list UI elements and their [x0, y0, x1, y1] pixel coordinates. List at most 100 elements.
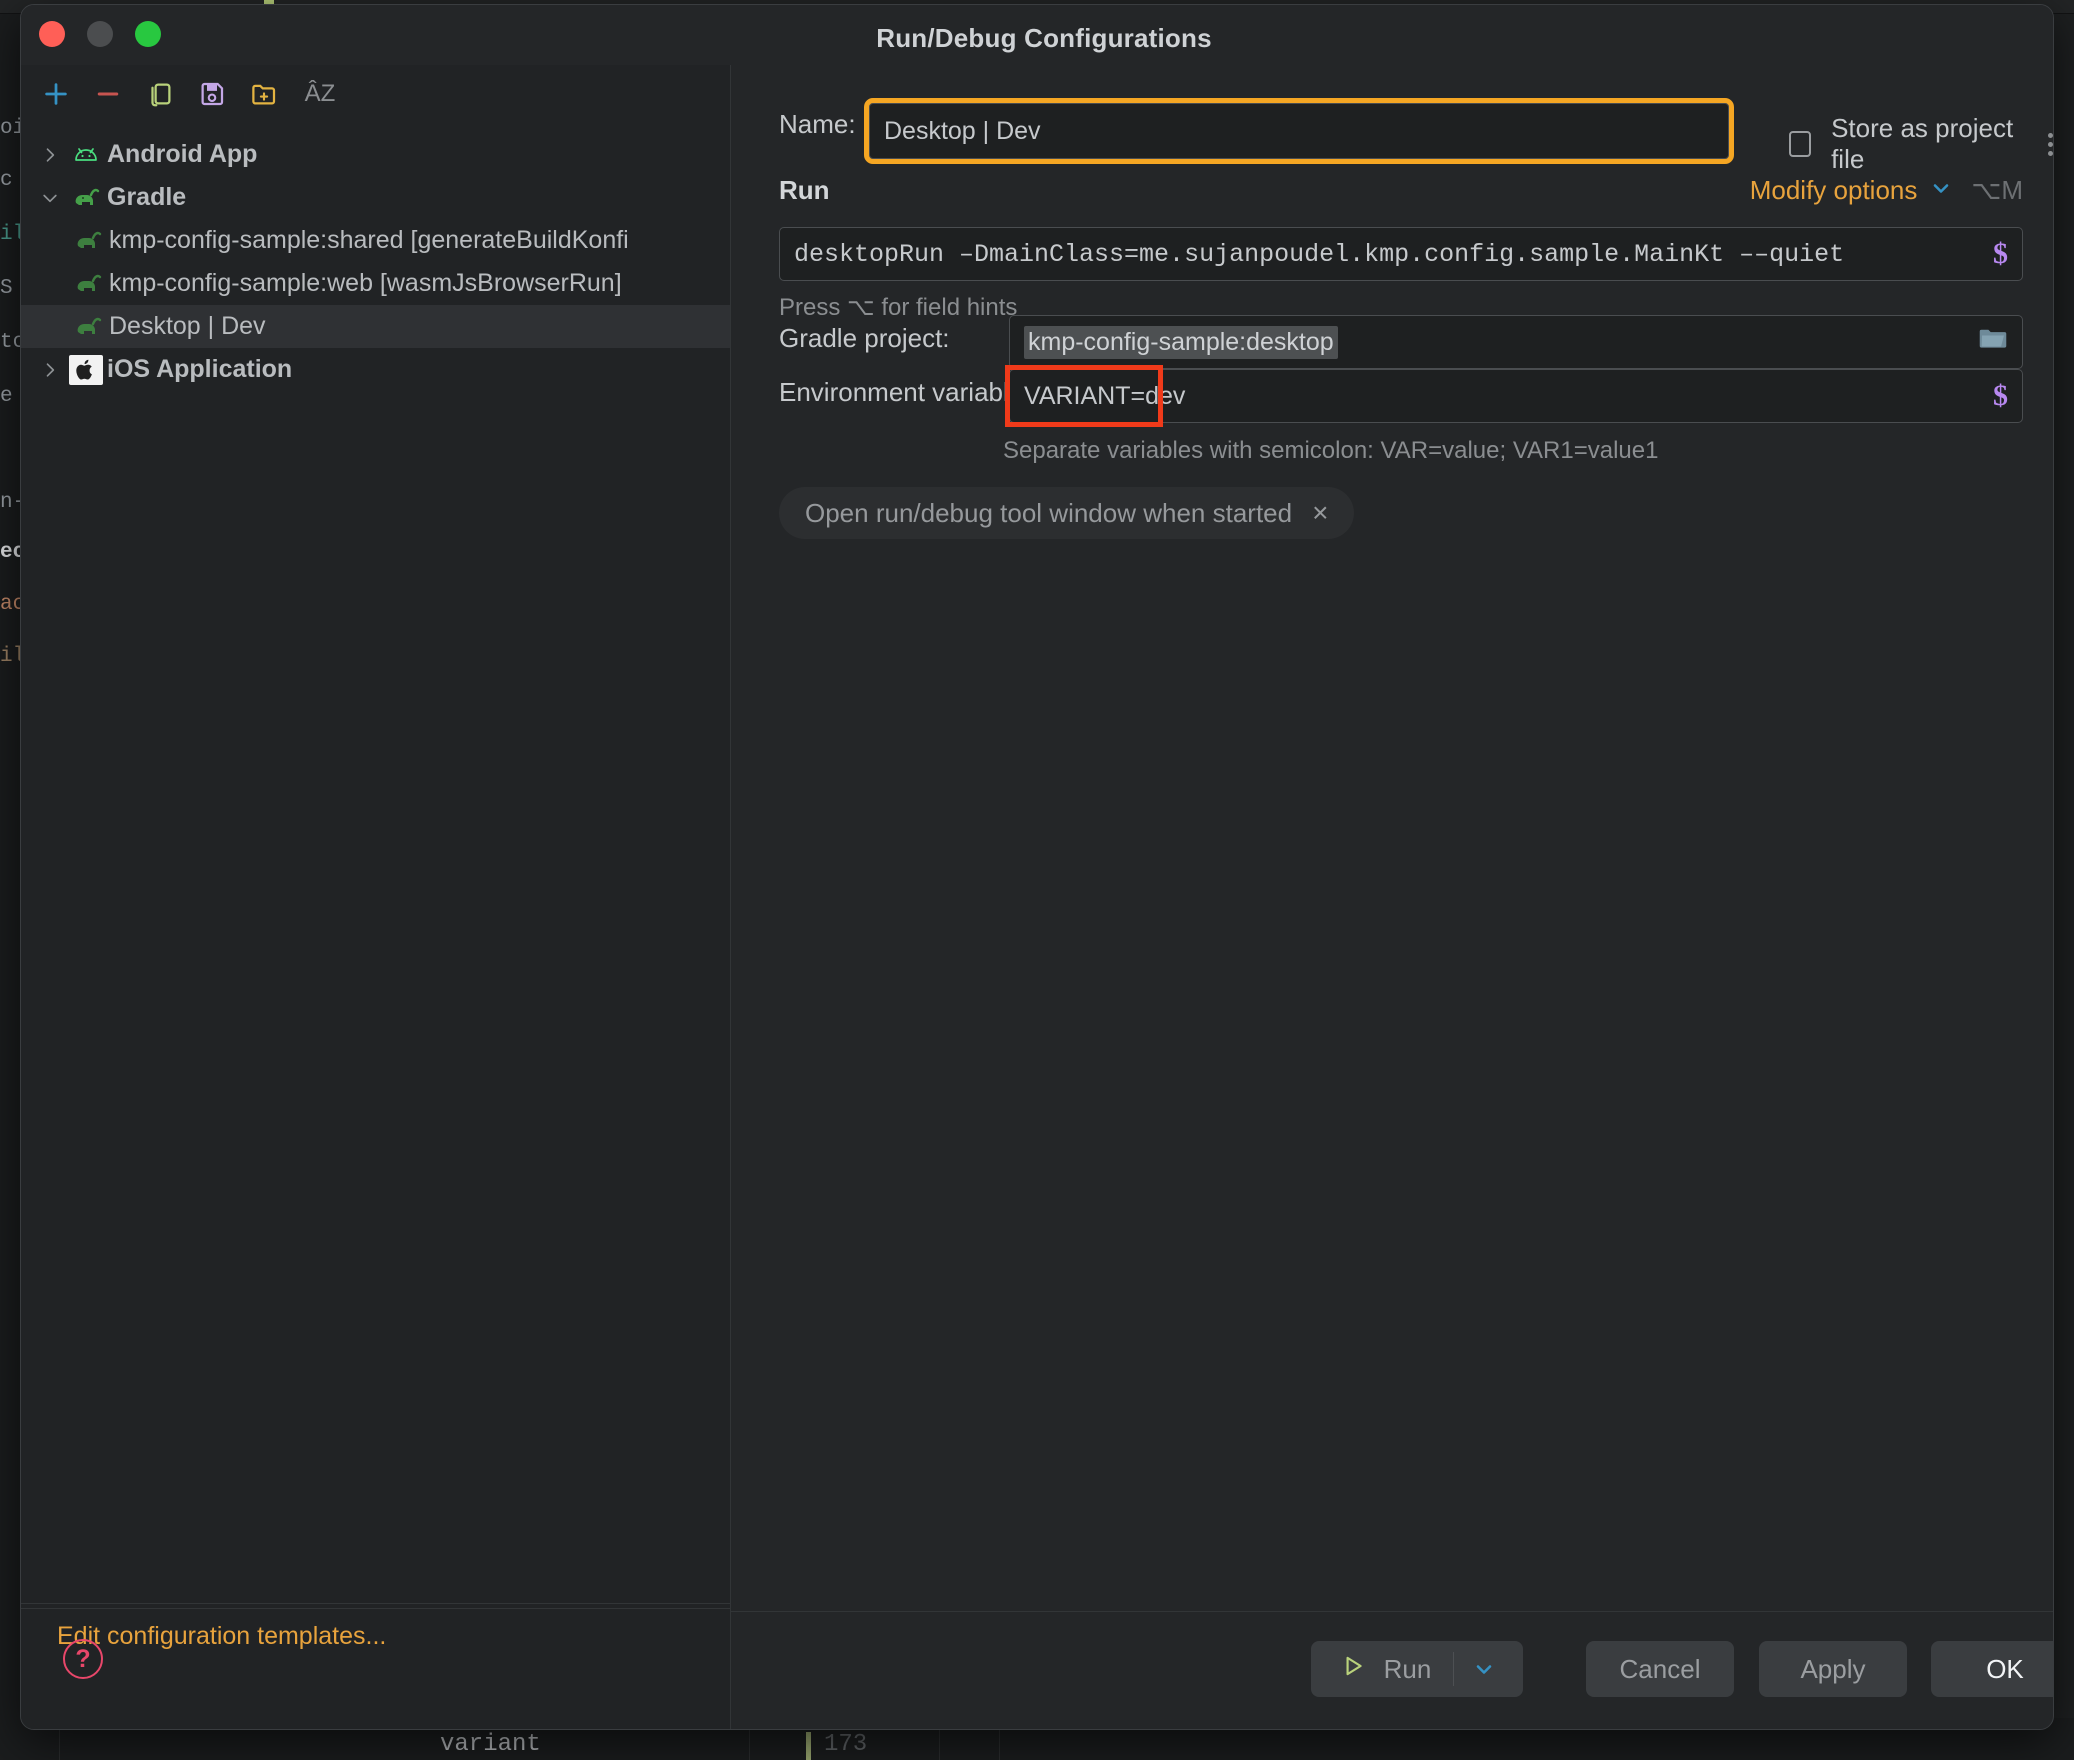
chevron-down-icon[interactable] [37, 185, 63, 211]
bg-bottom-code: variant [440, 1731, 541, 1758]
help-button[interactable]: ? [63, 1639, 103, 1679]
tree-item-label: Android App [107, 140, 258, 168]
bg-line-number: 173 [824, 1731, 868, 1758]
modify-options-row: Modify options ⌥M [1750, 175, 2023, 206]
chevron-right-icon[interactable] [37, 357, 63, 383]
env-vars-hint-row: Separate variables with semicolon: VAR=v… [1003, 437, 1658, 465]
gradle-elephant-icon [71, 226, 105, 256]
apply-button[interactable]: Apply [1759, 1641, 1907, 1697]
tree-item-kmp-config-sample-web[interactable]: kmp-config-sample:web [wasmJsBrowserRun] [21, 262, 730, 305]
tree-item-gradle[interactable]: Gradle [21, 176, 730, 219]
run-button[interactable]: Run [1311, 1641, 1523, 1697]
sort-alphabetically-icon: ÂZ [304, 80, 336, 107]
store-as-project-file-row[interactable]: Store as project file [1789, 113, 2053, 175]
env-vars-input[interactable]: VARIANT=dev $ [1009, 369, 2023, 423]
env-vars-row: Environment variables: [779, 377, 1043, 408]
run-debug-configurations-dialog: Run/Debug Configurations ÂZ Android App… [20, 4, 2054, 1730]
apply-button-label: Apply [1800, 1653, 1866, 1684]
run-command-input[interactable]: desktopRun –DmainClass=me.sujanpoudel.km… [779, 227, 2023, 281]
gradle-project-label: Gradle project: [779, 323, 950, 353]
configurations-sidebar: ÂZ Android App Gradle kmp-config-sample… [21, 65, 731, 1729]
gradle-elephant-icon [69, 183, 103, 213]
bg-code-fragment: tc [0, 331, 22, 354]
option-chip-wrapper: Open run/debug tool window when started … [779, 487, 1355, 539]
bg-code-fragment: e [0, 385, 13, 408]
minus-icon [97, 92, 119, 96]
tree-item-label: Desktop | Dev [109, 312, 266, 340]
android-icon [69, 140, 103, 170]
option-chip-label: Open run/debug tool window when started [805, 497, 1293, 528]
bg-code-fragment: ac [0, 593, 22, 616]
folder-add-icon [252, 84, 276, 105]
bg-code-fragment: oi [0, 117, 22, 140]
bg-code-fragment: ilc [0, 645, 22, 668]
bg-code-fragment: ilc [0, 223, 22, 246]
tree-item-label: kmp-config-sample:web [wasmJsBrowserRun] [109, 269, 622, 297]
macro-dollar-icon[interactable]: $ [1993, 237, 2008, 271]
run-section-header: Run [779, 175, 830, 206]
bg-code-fragment: c [0, 169, 13, 192]
cancel-button-label: Cancel [1619, 1653, 1701, 1684]
option-chip-open-run-debug-tool-window[interactable]: Open run/debug tool window when started … [779, 487, 1355, 539]
save-configuration-button[interactable] [191, 73, 233, 115]
chevron-right-icon[interactable] [37, 142, 63, 168]
play-icon [1340, 1653, 1366, 1686]
macro-dollar-icon[interactable]: $ [1993, 379, 2008, 413]
sort-configurations-button[interactable]: ÂZ [299, 73, 341, 115]
sidebar-toolbar: ÂZ [21, 65, 730, 123]
folder-browse-icon[interactable] [1978, 326, 2008, 359]
name-input-value: Desktop | Dev [884, 116, 1041, 145]
footer-divider [731, 1611, 2053, 1612]
run-button-main[interactable]: Run [1320, 1641, 1454, 1697]
gradle-project-value: kmp-config-sample:desktop [1024, 325, 1338, 359]
name-row: Name: [779, 109, 856, 140]
plus-icon [45, 83, 67, 105]
question-mark-icon: ? [75, 1644, 91, 1673]
tree-item-ios-application[interactable]: iOS Application [21, 348, 730, 391]
run-section-title: Run [779, 175, 830, 205]
gradle-elephant-icon [71, 312, 105, 342]
store-as-project-file-label: Store as project file [1831, 113, 2014, 174]
remove-configuration-button[interactable] [87, 73, 129, 115]
add-configuration-button[interactable] [35, 73, 77, 115]
dialog-footer: ? Run Cancel Apply OK [21, 1611, 2053, 1729]
tree-item-kmp-config-sample-shared[interactable]: kmp-config-sample:shared [generateBuildK… [21, 219, 730, 262]
run-button-dropdown[interactable] [1454, 1641, 1514, 1697]
tree-item-label: kmp-config-sample:shared [generateBuildK… [109, 226, 629, 254]
tree-item-android-app[interactable]: Android App [21, 133, 730, 176]
bg-code-fragment: n-j [0, 491, 22, 514]
run-command-value: desktopRun –DmainClass=me.sujanpoudel.km… [794, 239, 1845, 269]
modify-options-shortcut: ⌥M [1971, 175, 2023, 205]
gradle-elephant-icon [71, 269, 105, 299]
dialog-title: Run/Debug Configurations [21, 23, 2053, 54]
save-icon [201, 82, 224, 106]
tree-item-label: iOS Application [107, 355, 293, 383]
tree-item-label: Gradle [107, 183, 187, 211]
field-hint-text: Press ⌥ for field hints [779, 294, 1018, 321]
tree-item-desktop-dev[interactable]: Desktop | Dev [21, 305, 730, 348]
bg-code-fragment: S [0, 277, 13, 300]
env-vars-label: Environment variables: [779, 377, 1044, 407]
ok-button[interactable]: OK [1931, 1641, 2053, 1697]
move-to-folder-button[interactable] [243, 73, 285, 115]
gradle-project-row: Gradle project: [779, 323, 950, 354]
bg-code-fragment: ec [0, 541, 22, 564]
store-options-kebab-menu-icon[interactable] [2048, 132, 2053, 156]
cancel-button[interactable]: Cancel [1586, 1641, 1734, 1697]
apple-icon [69, 354, 103, 385]
run-button-label: Run [1383, 1653, 1432, 1684]
gradle-project-input[interactable]: kmp-config-sample:desktop [1009, 315, 2023, 369]
name-input[interactable]: Desktop | Dev [864, 98, 1734, 164]
env-vars-value: VARIANT=dev [1024, 381, 1186, 410]
configurations-tree: Android App Gradle kmp-config-sample:sha… [21, 127, 730, 1609]
modify-options-link[interactable]: Modify options [1750, 175, 1918, 206]
copy-configuration-button[interactable] [139, 73, 181, 115]
store-as-project-file-checkbox[interactable] [1789, 131, 1812, 157]
chevron-down-icon[interactable] [1929, 176, 1953, 205]
close-icon[interactable]: × [1312, 497, 1328, 529]
env-vars-hint-text: Separate variables with semicolon: VAR=v… [1003, 437, 1659, 464]
dialog-title-text: Run/Debug Configurations [876, 23, 1212, 53]
field-hint-row: Press ⌥ for field hints [779, 293, 1017, 322]
ok-button-label: OK [1986, 1653, 2024, 1684]
dialog-titlebar[interactable]: Run/Debug Configurations [21, 5, 2053, 65]
